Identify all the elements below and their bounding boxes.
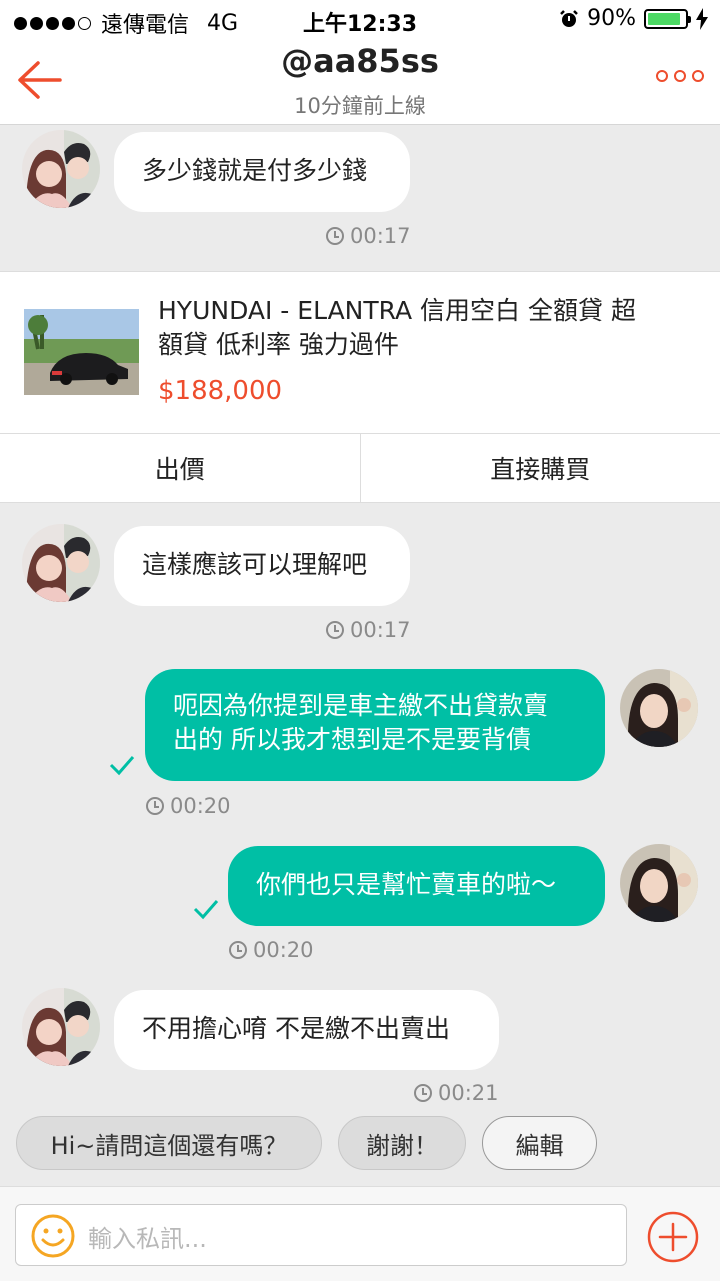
clock-icon xyxy=(229,941,247,959)
product-card[interactable]: HYUNDAI - ELANTRA 信用空白 全額貸 超 額貸 低利率 強力過件… xyxy=(0,271,720,503)
partner-avatar[interactable] xyxy=(22,524,100,602)
online-status: 10分鐘前上線 xyxy=(0,90,720,120)
message-text: 不用擔心唷 不是繳不出賣出 xyxy=(142,1014,450,1043)
my-avatar[interactable] xyxy=(620,844,698,922)
quick-reply-button[interactable]: 謝謝！ xyxy=(338,1116,466,1170)
status-bar: 遠傳電信 4G 上午12:33 90% xyxy=(0,0,720,40)
message-input-placeholder: 輸入私訊... xyxy=(88,1219,207,1254)
message-bubble-outgoing[interactable]: 你們也只是幫忙賣車的啦～ xyxy=(228,846,605,926)
partner-avatar[interactable] xyxy=(22,130,100,208)
message-input[interactable]: 輸入私訊... xyxy=(15,1204,627,1266)
message-bubble-incoming[interactable]: 這樣應該可以理解吧 xyxy=(114,526,410,606)
battery-icon xyxy=(644,9,688,29)
product-title[interactable]: HYUNDAI - ELANTRA 信用空白 全額貸 超 額貸 低利率 強力過件 xyxy=(158,294,688,362)
message-input-bar: 輸入私訊... xyxy=(0,1186,720,1281)
charging-icon xyxy=(696,8,708,30)
alarm-icon xyxy=(559,9,579,29)
partner-avatar[interactable] xyxy=(22,988,100,1066)
message-bubble-outgoing[interactable]: 呃因為你提到是車主繳不出貸款賣 出的 所以我才想到是不是要背債 xyxy=(145,669,605,781)
emoji-icon[interactable] xyxy=(30,1213,76,1259)
message-text: 你們也只是幫忙賣車的啦～ xyxy=(256,870,556,899)
message-timestamp: 00:20 xyxy=(229,938,314,962)
message-text-line: 出的 所以我才想到是不是要背債 xyxy=(173,723,577,757)
buy-now-button[interactable]: 直接購買 xyxy=(361,434,720,502)
product-price: $188,000 xyxy=(158,376,282,406)
message-timestamp: 00:21 xyxy=(414,1081,499,1105)
message-bubble-incoming[interactable]: 多少錢就是付多少錢 xyxy=(114,132,410,212)
my-avatar[interactable] xyxy=(620,669,698,747)
make-offer-button[interactable]: 出價 xyxy=(0,434,361,502)
product-thumbnail[interactable] xyxy=(24,309,139,395)
message-timestamp: 00:17 xyxy=(326,618,411,642)
message-text: 這樣應該可以理解吧 xyxy=(142,550,367,579)
message-bubble-incoming[interactable]: 不用擔心唷 不是繳不出賣出 xyxy=(114,990,499,1070)
message-text-line: 呃因為你提到是車主繳不出貸款賣 xyxy=(173,689,577,723)
battery-percentage: 90% xyxy=(587,6,636,31)
edit-quick-replies-button[interactable]: 編輯 xyxy=(482,1116,597,1170)
message-timestamp: 00:20 xyxy=(146,794,231,818)
add-attachment-icon[interactable] xyxy=(646,1210,700,1264)
clock-icon xyxy=(146,797,164,815)
more-options-icon[interactable] xyxy=(656,70,704,82)
chat-header: @aa85ss 10分鐘前上線 xyxy=(0,40,720,125)
quick-reply-button[interactable]: Hi~請問這個還有嗎？ xyxy=(16,1116,322,1170)
clock-icon xyxy=(326,227,344,245)
message-text: 多少錢就是付多少錢 xyxy=(142,156,367,185)
read-checkmark-icon xyxy=(108,754,136,776)
clock-icon xyxy=(326,621,344,639)
read-checkmark-icon xyxy=(192,898,220,920)
message-timestamp: 00:17 xyxy=(326,224,411,248)
chat-partner-username: @aa85ss xyxy=(0,42,720,80)
clock-icon xyxy=(414,1084,432,1102)
